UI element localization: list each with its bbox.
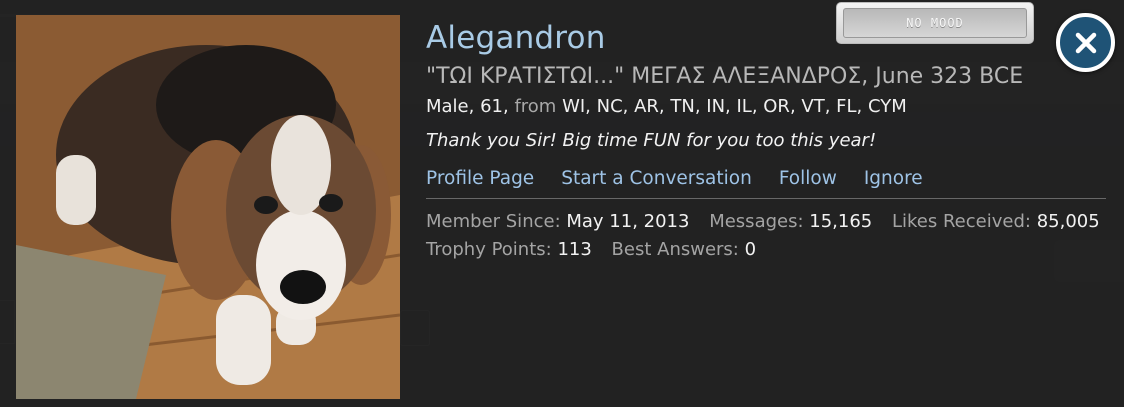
close-button[interactable] xyxy=(1056,13,1115,72)
profile-page-link[interactable]: Profile Page xyxy=(426,168,534,189)
member-stats: Member Since: May 11, 2013 Messages: 15,… xyxy=(426,208,1116,264)
gender-age: Male, 61, xyxy=(426,96,509,117)
member-name[interactable]: Alegandron xyxy=(426,20,606,56)
member-since-label: Member Since: xyxy=(426,211,561,232)
likes-received-value: 85,005 xyxy=(1036,211,1100,232)
likes-received-label: Likes Received: xyxy=(892,211,1031,232)
location: WI, NC, AR, TN, IN, IL, OR, VT, FL, CYM xyxy=(562,96,907,117)
dog-photo-icon xyxy=(16,15,400,399)
member-since-value: May 11, 2013 xyxy=(566,211,690,232)
divider xyxy=(426,198,1106,199)
from-label: from xyxy=(514,96,557,117)
ignore-link[interactable]: Ignore xyxy=(864,168,923,189)
messages-value: 15,165 xyxy=(809,211,873,232)
mood-button[interactable]: NO MOOD xyxy=(836,2,1034,44)
custom-title: "ΤΩΙ ΚΡΑΤΙΣΤΩΙ..." ΜΕΓΑΣ ΑΛΕΞΑΝΔΡΟΣ, Jun… xyxy=(426,64,1024,89)
mood-label: NO MOOD xyxy=(843,8,1027,38)
close-icon xyxy=(1075,32,1096,53)
best-answers-value: 0 xyxy=(744,239,757,260)
member-info: Male, 61, from WI, NC, AR, TN, IN, IL, O… xyxy=(426,96,907,117)
trophy-points-label: Trophy Points: xyxy=(426,239,552,260)
start-conversation-link[interactable]: Start a Conversation xyxy=(561,168,752,189)
messages-label: Messages: xyxy=(709,211,804,232)
status-message: Thank you Sir! Big time FUN for you too … xyxy=(426,130,877,151)
best-answers-label: Best Answers: xyxy=(611,239,739,260)
trophy-points-value: 113 xyxy=(557,239,592,260)
member-actions: Profile Page Start a Conversation Follow… xyxy=(426,168,923,189)
avatar[interactable] xyxy=(16,15,400,399)
follow-link[interactable]: Follow xyxy=(779,168,837,189)
